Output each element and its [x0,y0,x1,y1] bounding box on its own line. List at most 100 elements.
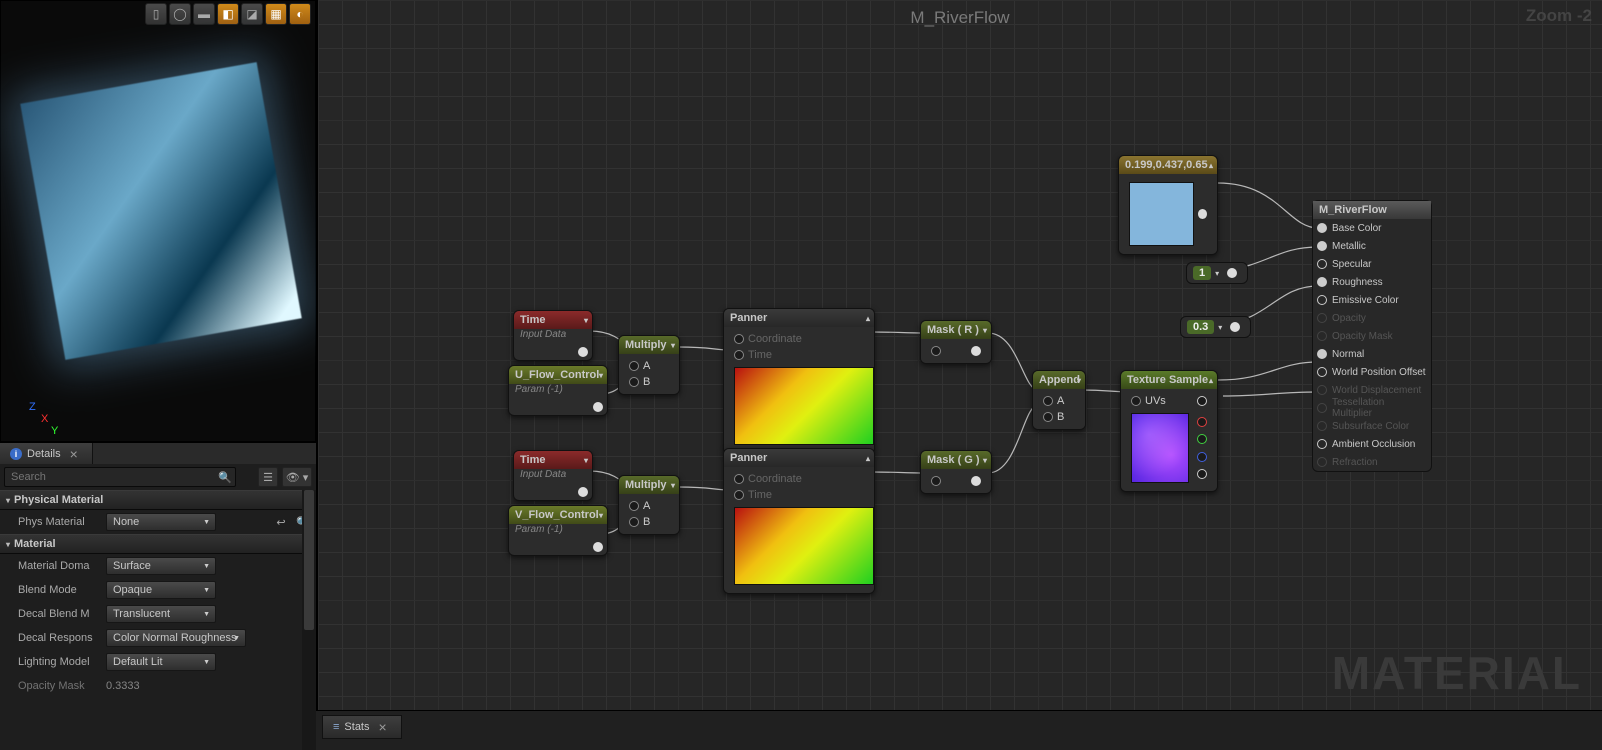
pin-in[interactable] [931,346,941,356]
details-tab-label: Details [27,448,61,460]
node-v-flow-control[interactable]: V_Flow_Control▾ Param (-1) [508,505,608,556]
result-pin-base-color[interactable]: Base Color [1313,219,1431,237]
result-pin-subsurface-color[interactable]: Subsurface Color [1313,417,1431,435]
pin-time[interactable] [734,350,744,360]
node-constant-03[interactable]: 0.3▾ [1180,316,1251,338]
node-constant3-color[interactable]: 0.199,0.437,0.65▴ [1118,155,1218,255]
details-tab-bar: i Details × [0,442,316,464]
node-material-result[interactable]: M_RiverFlow Base ColorMetallicSpecularRo… [1312,200,1432,472]
prop-label-lighting-model: Lighting Model [18,656,106,668]
material-preview[interactable]: ▯ ◯ ▬ ◧ ◪ ▦ ◐ ZXY [0,0,316,442]
result-pin-tessellation-multiplier[interactable]: Tessellation Multiplier [1313,399,1431,417]
node-append[interactable]: Append▾ A B [1032,370,1086,430]
result-pin-world-position-offset[interactable]: World Position Offset [1313,363,1431,381]
search-icon: 🔍 [218,471,232,484]
preview-toolbar: ▯ ◯ ▬ ◧ ◪ ▦ ◐ [1,3,315,27]
chevron-down-icon: ▾ [6,540,10,549]
result-pin-specular[interactable]: Specular [1313,255,1431,273]
prop-label-phys-material: Phys Material [18,516,106,528]
node-time-2[interactable]: Time▾ Input Data [513,450,593,501]
pin-out-a[interactable] [1197,469,1207,479]
search-input[interactable] [4,467,236,487]
preview-grid-icon[interactable]: ▦ [265,3,287,25]
pin-out[interactable] [593,402,603,412]
prop-label-decal-blend: Decal Blend M [18,608,106,620]
pin-out-b[interactable] [1197,452,1207,462]
preview-shape-plane-icon[interactable]: ▬ [193,3,215,25]
dropdown-decal-blend[interactable]: Translucent [106,605,216,623]
pin-out[interactable] [593,542,603,552]
details-search-row: 🔍 ☰ 👁 ▾ [0,464,316,490]
stats-panel: ≡ Stats × [316,710,1602,750]
pin-out[interactable] [1227,268,1237,278]
dropdown-material-domain[interactable]: Surface [106,557,216,575]
node-time-1[interactable]: Time▾ Input Data [513,310,593,361]
dropdown-lighting-model[interactable]: Default Lit [106,653,216,671]
result-pin-opacity[interactable]: Opacity [1313,309,1431,327]
pin-out[interactable] [971,476,981,486]
node-mask-r[interactable]: Mask ( R )▾ [920,320,992,364]
node-multiply-1[interactable]: Multiply▾ A B [618,335,680,395]
view-options-icon[interactable]: 👁 ▾ [282,467,312,487]
result-pin-normal[interactable]: Normal [1313,345,1431,363]
pin-out-rgb[interactable] [1197,396,1207,406]
node-mask-g[interactable]: Mask ( G )▾ [920,450,992,494]
node-texture-sample[interactable]: Texture Sample▴ UVs [1120,370,1218,492]
node-u-flow-control[interactable]: U_Flow_Control▾ Param (-1) [508,365,608,416]
pin-b[interactable] [629,377,639,387]
section-material[interactable]: ▾Material [0,534,316,554]
node-panner-1[interactable]: Panner▴ Coordinate Time [723,308,875,454]
pin-out[interactable] [1198,209,1207,219]
close-icon[interactable]: × [66,446,82,462]
pin-out-r[interactable] [1197,417,1207,427]
result-pin-metallic[interactable]: Metallic [1313,237,1431,255]
pin-coordinate[interactable] [734,474,744,484]
pin-in[interactable] [931,476,941,486]
pin-out[interactable] [578,347,588,357]
color-swatch [1129,182,1194,246]
node-panner-2[interactable]: Panner▴ Coordinate Time [723,448,875,594]
pin-a[interactable] [1043,396,1053,406]
scrollbar-thumb[interactable] [304,490,314,630]
texture-preview [1131,413,1189,483]
dropdown-decal-response[interactable]: Color Normal Roughness [106,629,246,647]
pin-out[interactable] [578,487,588,497]
pin-b[interactable] [629,517,639,527]
pin-a[interactable] [629,501,639,511]
result-pin-refraction[interactable]: Refraction [1313,453,1431,471]
zoom-indicator: Zoom -2 [1526,6,1592,26]
scrollbar-vertical[interactable] [302,490,316,750]
preview-shape-cube-icon[interactable]: ◧ [217,3,239,25]
section-physical-material[interactable]: ▾Physical Material [0,490,316,510]
material-graph-canvas[interactable]: M_RiverFlow Zoom -2 MATERIAL Time▾ Input… [316,0,1602,710]
preview-shape-mesh-icon[interactable]: ◪ [241,3,263,25]
preview-shape-cylinder-icon[interactable]: ▯ [145,3,167,25]
result-pin-emissive-color[interactable]: Emissive Color [1313,291,1431,309]
result-pin-ambient-occlusion[interactable]: Ambient Occlusion [1313,435,1431,453]
preview-shape-sphere-icon[interactable]: ◯ [169,3,191,25]
dropdown-phys-material[interactable]: None [106,513,216,531]
tab-details[interactable]: i Details × [0,443,93,465]
reset-arrow-icon[interactable]: ↩ [272,513,290,531]
stats-icon: ≡ [333,721,339,733]
prop-label-material-domain: Material Doma [18,560,106,572]
pin-a[interactable] [629,361,639,371]
node-multiply-2[interactable]: Multiply▾ A B [618,475,680,535]
pin-out[interactable] [1230,322,1240,332]
result-pin-opacity-mask[interactable]: Opacity Mask [1313,327,1431,345]
result-pin-roughness[interactable]: Roughness [1313,273,1431,291]
dropdown-blend-mode[interactable]: Opaque [106,581,216,599]
tab-stats[interactable]: ≡ Stats × [322,715,402,739]
details-panel[interactable]: ▾Physical Material Phys Material None ↩ … [0,490,316,750]
preview-light-icon[interactable]: ◐ [289,3,311,25]
property-matrix-icon[interactable]: ☰ [258,467,278,487]
pin-time[interactable] [734,490,744,500]
pin-coordinate[interactable] [734,334,744,344]
pin-b[interactable] [1043,412,1053,422]
close-icon[interactable]: × [375,719,391,735]
pin-out-g[interactable] [1197,434,1207,444]
chevron-down-icon: ▾ [6,496,10,505]
pin-uvs[interactable] [1131,396,1141,406]
pin-out[interactable] [971,346,981,356]
node-constant-1[interactable]: 1▾ [1186,262,1248,284]
